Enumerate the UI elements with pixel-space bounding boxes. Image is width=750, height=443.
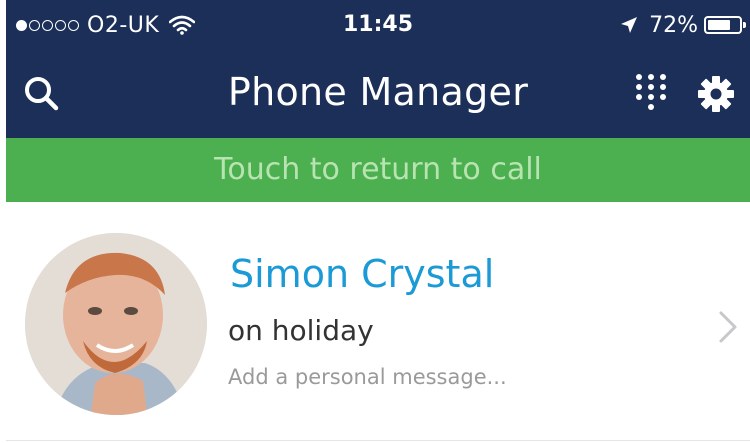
battery-icon — [704, 16, 746, 34]
status-right: 72% — [619, 12, 746, 38]
personal-message-placeholder[interactable]: Add a personal message... — [228, 365, 507, 389]
row-divider — [6, 440, 750, 441]
app-header: O2-UK 11:45 72% Phone Manager — [6, 0, 750, 138]
profile-row[interactable]: Simon Crystal on holiday Add a personal … — [0, 202, 750, 443]
location-arrow-icon — [621, 17, 638, 33]
contact-name: Simon Crystal — [230, 252, 495, 296]
nav-bar: Phone Manager — [6, 50, 750, 138]
battery-fill — [708, 20, 730, 30]
gear-icon[interactable] — [696, 74, 736, 114]
return-to-call-banner[interactable]: Touch to return to call — [6, 138, 750, 202]
status-bar: O2-UK 11:45 72% — [6, 0, 750, 50]
presence-status: on holiday — [228, 314, 374, 347]
dialpad-icon[interactable] — [634, 72, 668, 112]
battery-nub — [743, 22, 746, 28]
chevron-right-icon — [719, 311, 737, 343]
avatar — [25, 233, 207, 415]
battery-percentage: 72% — [649, 12, 698, 38]
avatar-image — [25, 233, 207, 415]
